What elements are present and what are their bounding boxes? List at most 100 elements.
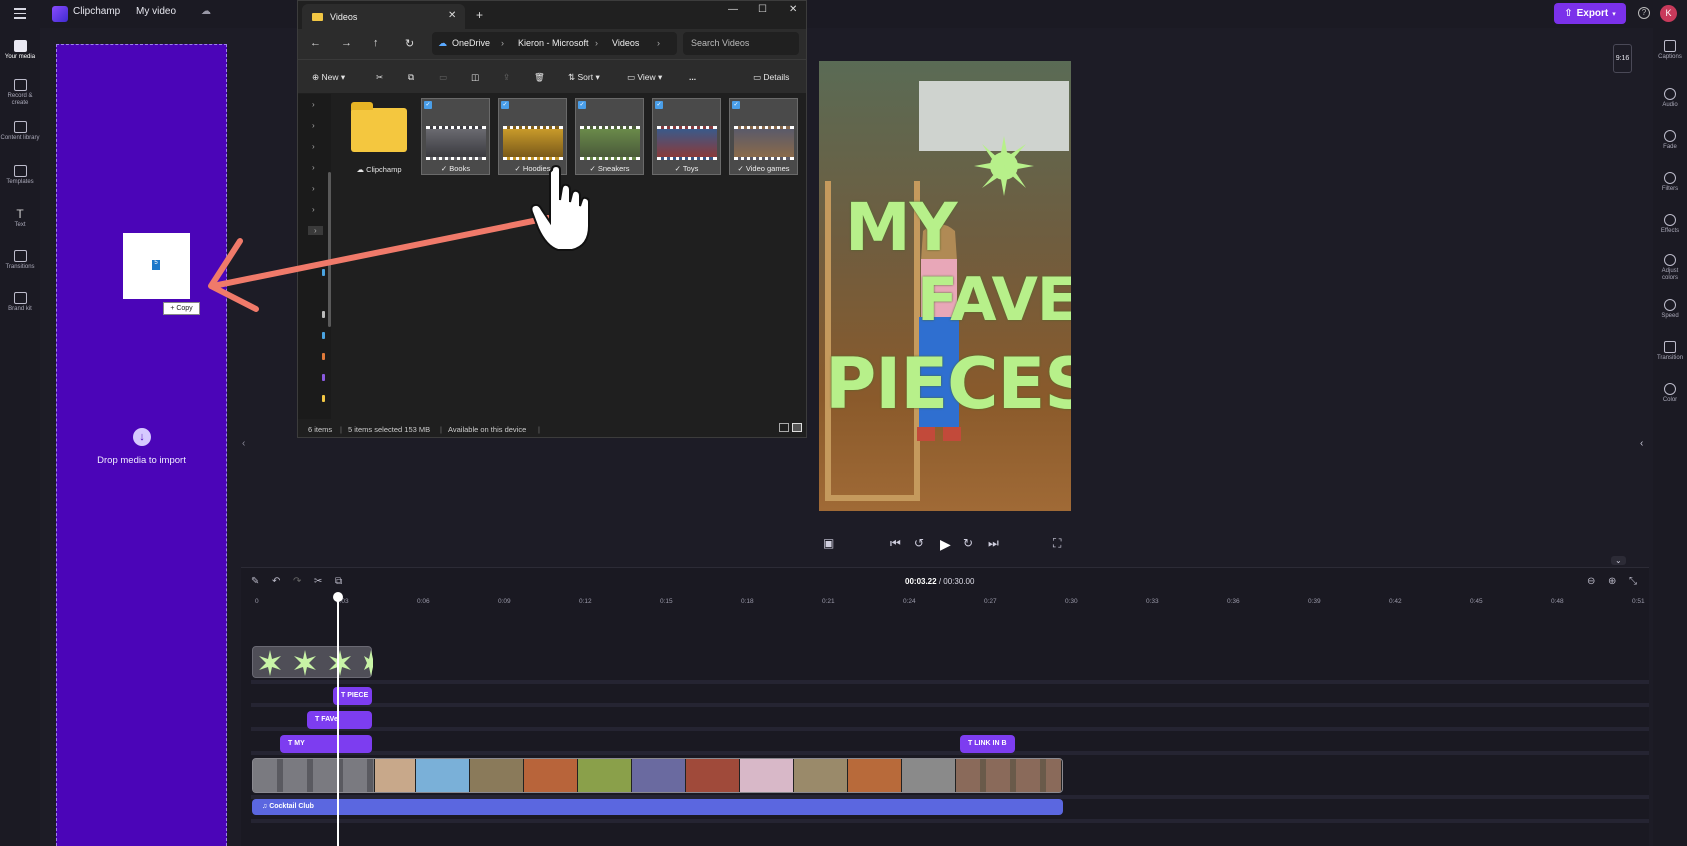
redo-icon[interactable]: ↷ <box>293 576 301 587</box>
rewind-5s-icon[interactable]: ↺ <box>914 536 924 550</box>
property-effects[interactable]: Effects <box>1653 214 1687 235</box>
property-audio[interactable]: Audio <box>1653 88 1687 109</box>
file-tile-sneakers[interactable]: ✓ ✓ Sneakers <box>575 98 644 175</box>
rename-icon[interactable]: ◫ <box>471 72 479 83</box>
close-window-icon[interactable]: ✕ <box>789 4 797 15</box>
zoom-in-icon[interactable]: ⊕ <box>1608 576 1616 587</box>
video-track-clips[interactable] <box>252 758 1063 793</box>
video-preview[interactable]: MY FAVE PIECES <box>819 61 1071 511</box>
view-button[interactable]: ▭ View ▾ <box>627 72 662 83</box>
refresh-icon[interactable]: ↻ <box>405 37 414 50</box>
text-clip-my[interactable]: T MY <box>280 735 372 753</box>
new-tab-icon[interactable]: + <box>476 8 483 22</box>
folder-clipchamp[interactable]: ☁ Clipchamp <box>347 165 411 174</box>
grid-view-icon[interactable] <box>792 423 802 432</box>
video-clip[interactable] <box>375 759 416 792</box>
search-input[interactable]: Search Videos <box>683 32 799 55</box>
overlay-text-fave[interactable]: FAVE <box>917 265 1071 335</box>
project-title[interactable]: My video <box>136 6 176 17</box>
undo-icon[interactable]: ↶ <box>272 576 280 587</box>
sidebar-item-transitions[interactable]: Transitions <box>0 250 40 271</box>
video-clip[interactable] <box>740 759 794 792</box>
sidebar-item-record[interactable]: Record & create <box>0 79 40 107</box>
breadcrumb[interactable]: ☁ OneDrive › Kieron - Microsoft › Videos… <box>432 32 677 55</box>
video-clip[interactable] <box>253 759 375 792</box>
playhead-handle[interactable] <box>333 592 343 602</box>
avatar[interactable]: K <box>1660 5 1677 22</box>
checkbox-icon[interactable]: ✓ <box>501 101 509 109</box>
collapse-right-panel-icon[interactable]: ‹ <box>1640 438 1643 449</box>
video-clip[interactable] <box>956 759 1062 792</box>
checkbox-icon[interactable]: ✓ <box>424 101 432 109</box>
text-clip-fave[interactable]: T FAVe <box>307 711 372 729</box>
overlay-text-my[interactable]: MY <box>845 189 957 266</box>
expand-icon[interactable]: › <box>312 121 315 130</box>
details-button[interactable]: ▭ Details <box>753 72 789 83</box>
forward-icon[interactable]: → <box>341 37 352 49</box>
minimize-icon[interactable]: — <box>728 4 738 15</box>
video-clip[interactable] <box>524 759 578 792</box>
back-icon[interactable]: ← <box>310 37 321 49</box>
sort-button[interactable]: ⇅ Sort ▾ <box>568 72 600 83</box>
zoom-out-icon[interactable]: ⊖ <box>1587 576 1595 587</box>
expand-icon[interactable]: › <box>312 100 315 109</box>
new-button[interactable]: ⊕ New ▾ <box>312 72 345 83</box>
property-transition[interactable]: Transition <box>1653 341 1687 362</box>
property-captions[interactable]: Captions <box>1653 40 1687 61</box>
more-options-button[interactable]: ... <box>689 72 696 82</box>
playhead[interactable] <box>337 594 339 846</box>
play-icon[interactable]: ▶ <box>940 536 951 553</box>
cut-icon[interactable]: ✂ <box>376 72 383 83</box>
skip-back-icon[interactable]: ⏮ <box>890 536 901 551</box>
collapse-panel-icon[interactable]: ‹ <box>242 438 245 449</box>
checkbox-icon[interactable]: ✓ <box>655 101 663 109</box>
breadcrumb-onedrive[interactable]: OneDrive <box>452 38 490 48</box>
property-filters[interactable]: Filters <box>1653 172 1687 193</box>
file-tile-toys[interactable]: ✓ ✓ Toys <box>652 98 721 175</box>
video-clip[interactable] <box>794 759 848 792</box>
export-button[interactable]: ⇧ Export ▾ <box>1554 3 1626 24</box>
explorer-tab[interactable]: Videos ✕ <box>302 4 465 29</box>
folder-icon[interactable] <box>351 102 407 152</box>
sidebar-item-content-library[interactable]: Content library <box>0 121 40 142</box>
close-tab-icon[interactable]: ✕ <box>448 10 456 21</box>
property-speed[interactable]: Speed <box>1653 299 1687 320</box>
paste-icon[interactable]: ▭ <box>439 72 447 83</box>
property-fade[interactable]: Fade <box>1653 130 1687 151</box>
sidebar-item-brand-kit[interactable]: Brand kit <box>0 292 40 313</box>
list-view-icon[interactable] <box>779 423 789 432</box>
fullscreen-icon[interactable]: ⛶ <box>1053 536 1061 551</box>
breadcrumb-videos[interactable]: Videos <box>612 38 639 48</box>
split-icon[interactable]: ✂ <box>314 576 322 587</box>
text-clip-link-in-bio[interactable]: T LINK IN B <box>960 735 1015 753</box>
aspect-ratio-button[interactable]: 9:16 <box>1613 44 1632 73</box>
collapse-preview-icon[interactable]: ⌄ <box>1611 556 1626 565</box>
menu-icon[interactable] <box>14 8 26 22</box>
delete-clip-icon[interactable]: ⧉ <box>335 576 342 587</box>
forward-5s-icon[interactable]: ↻ <box>963 536 973 550</box>
share-icon[interactable]: ⇪ <box>503 72 510 83</box>
property-color[interactable]: Color <box>1653 383 1687 404</box>
up-icon[interactable]: ↑ <box>373 37 379 49</box>
video-clip[interactable] <box>686 759 740 792</box>
expand-icon[interactable]: › <box>308 226 323 235</box>
checkbox-icon[interactable]: ✓ <box>732 101 740 109</box>
fit-timeline-icon[interactable]: ⤡ <box>1629 576 1637 587</box>
video-clip[interactable] <box>470 759 524 792</box>
file-tile-books[interactable]: ✓ ✓ Books <box>421 98 490 175</box>
audio-clip[interactable]: ♫ Cocktail Club <box>252 799 1063 815</box>
video-clip[interactable] <box>578 759 632 792</box>
copy-icon[interactable]: ⧉ <box>408 72 414 83</box>
sidebar-item-templates[interactable]: Templates <box>0 165 40 186</box>
nav-scrollbar[interactable] <box>328 172 331 327</box>
media-drop-zone[interactable]: 5 + Copy ↓ Drop media to import <box>56 44 227 846</box>
property-adjust-colors[interactable]: Adjust colors <box>1653 254 1687 282</box>
expand-icon[interactable]: › <box>312 163 315 172</box>
sidebar-item-your-media[interactable]: Your media <box>0 40 40 61</box>
magic-tool-icon[interactable]: ✎ <box>251 576 259 587</box>
skip-forward-icon[interactable]: ⏭ <box>988 536 999 551</box>
delete-icon[interactable]: 🗑 <box>534 72 545 83</box>
sidebar-item-text[interactable]: T Text <box>0 208 40 229</box>
help-icon[interactable]: ? <box>1638 7 1650 19</box>
video-clip[interactable] <box>902 759 956 792</box>
